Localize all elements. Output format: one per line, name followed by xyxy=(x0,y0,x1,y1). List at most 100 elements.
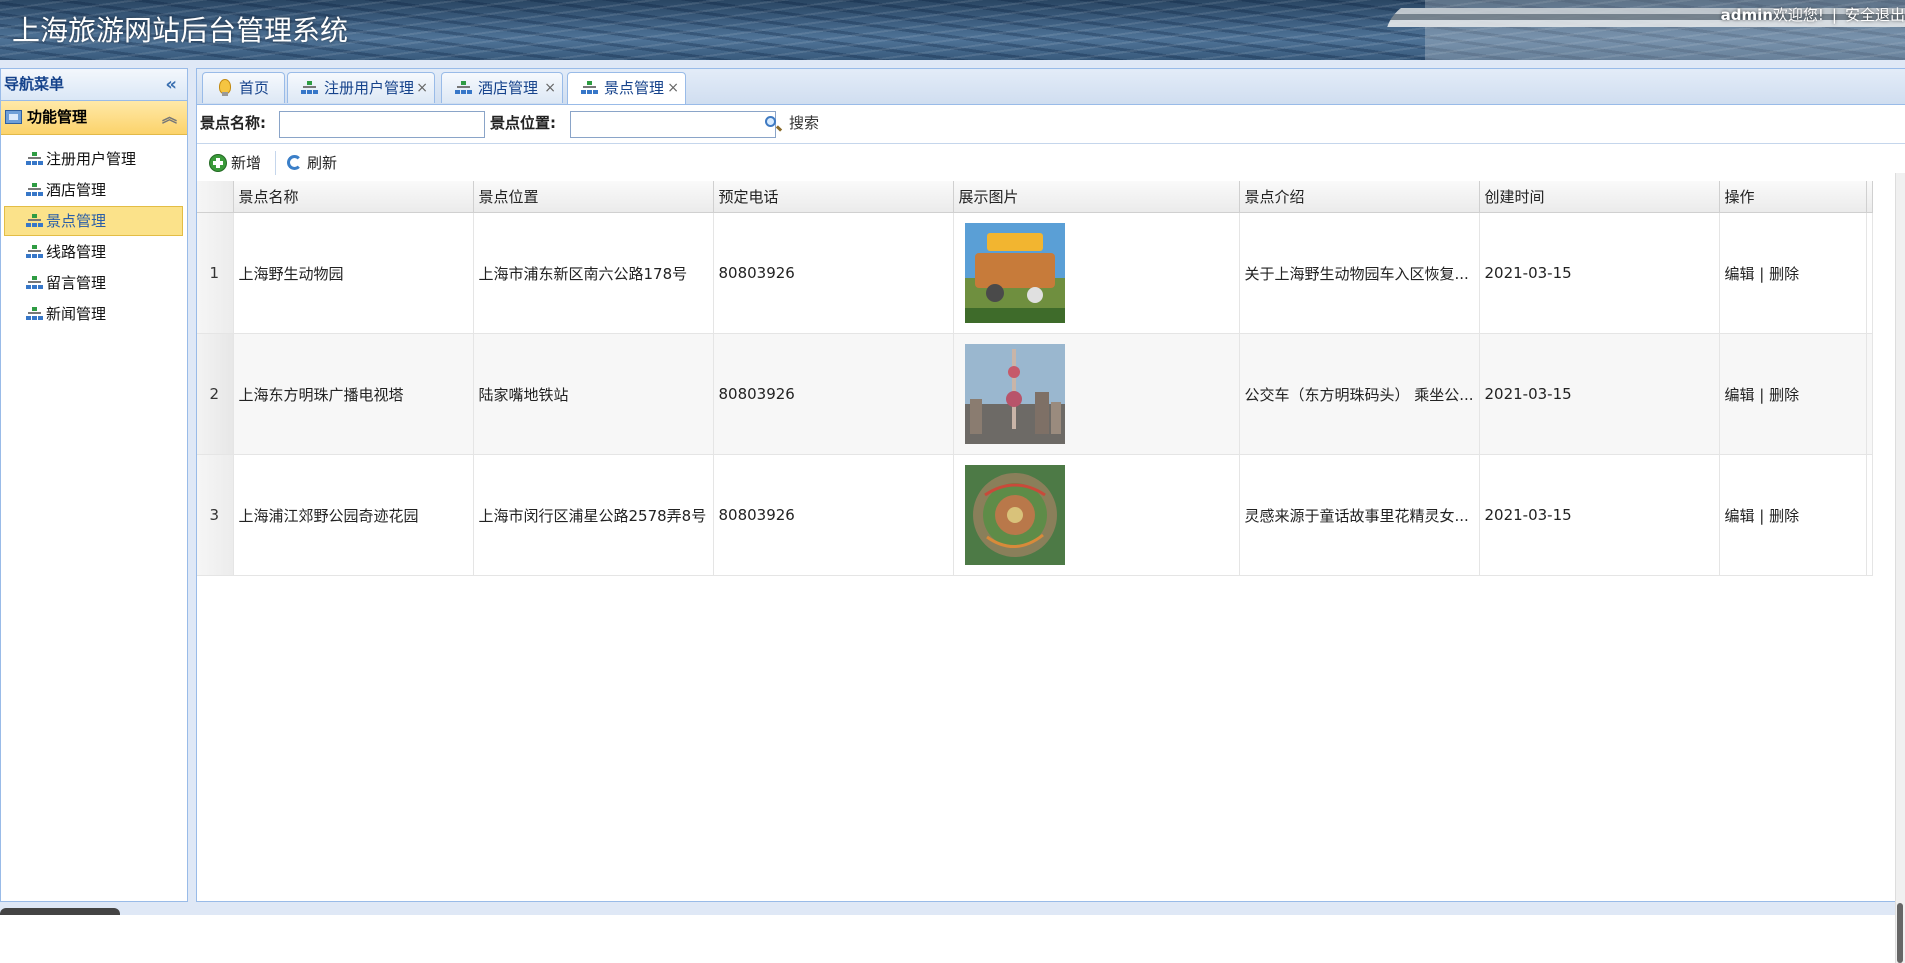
sidebar-title: 导航菜单 xyxy=(4,75,65,93)
tab-hotel-management[interactable]: 酒店管理 × xyxy=(441,72,563,103)
refresh-button-label: 刷新 xyxy=(307,154,338,172)
refresh-button[interactable]: 刷新 xyxy=(281,144,337,182)
sidebar-item-route-management[interactable]: 线路管理 xyxy=(4,237,183,267)
tree-icon xyxy=(581,81,598,95)
name-search-input[interactable] xyxy=(279,111,485,138)
tree-icon xyxy=(301,81,318,95)
toolbar-divider xyxy=(275,151,276,175)
filler-cell xyxy=(1866,454,1873,576)
intro-cell: 关于上海野生动物园车入区恢复... xyxy=(1239,212,1480,334)
folder-icon xyxy=(5,110,22,124)
add-button-label: 新增 xyxy=(231,154,262,172)
scrollbar-thumb[interactable] xyxy=(1897,903,1903,963)
search-button-label: 搜索 xyxy=(789,114,820,132)
lightbulb-icon xyxy=(219,79,231,96)
tab-user-management[interactable]: 注册用户管理 × xyxy=(287,72,435,103)
intro-cell: 公交车（东方明珠码头） 乘坐公... xyxy=(1239,333,1480,455)
created-time-cell: 2021-03-15 xyxy=(1479,333,1720,455)
close-icon[interactable]: × xyxy=(667,73,679,103)
image-cell xyxy=(953,454,1240,576)
sidebar-item-news-management[interactable]: 新闻管理 xyxy=(4,299,183,329)
column-header[interactable]: 操作 xyxy=(1719,181,1867,213)
name-search-label: 景点名称: xyxy=(200,114,266,132)
scenic-name-cell: 上海东方明珠广播电视塔 xyxy=(233,333,474,455)
filler-cell xyxy=(1866,212,1873,334)
location-search-label: 景点位置: xyxy=(490,114,556,132)
tree-icon xyxy=(26,245,43,259)
column-header[interactable]: 展示图片 xyxy=(953,181,1240,213)
action-separator: | xyxy=(1759,264,1765,283)
tab-label: 首页 xyxy=(239,79,270,97)
phone-cell: 80803926 xyxy=(713,333,954,455)
tree-icon xyxy=(26,183,43,197)
tab-label: 景点管理 xyxy=(604,79,665,97)
edit-link[interactable]: 编辑 xyxy=(1725,507,1755,525)
tree-icon xyxy=(26,152,43,166)
search-bar: 景点名称: 景点位置: 搜索 xyxy=(197,104,1905,142)
scenic-name-cell: 上海浦江郊野公园奇迹花园 xyxy=(233,454,474,576)
location-cell: 上海市浦东新区南六公路178号 xyxy=(473,212,714,334)
app-title: 上海旅游网站后台管理系统 xyxy=(12,14,349,47)
sidebar-item-label: 酒店管理 xyxy=(46,181,107,199)
action-separator: | xyxy=(1759,506,1765,525)
column-header[interactable]: 景点名称 xyxy=(233,181,474,213)
column-header[interactable]: 创建时间 xyxy=(1479,181,1720,213)
vertical-scrollbar[interactable] xyxy=(1895,173,1905,963)
sidebar-item-label: 线路管理 xyxy=(46,243,107,261)
table-row[interactable]: 2 上海东方明珠广播电视塔 陆家嘴地铁站 80803926 公交车（东方明珠码头… xyxy=(197,333,1873,455)
row-number: 1 xyxy=(197,212,234,334)
sidebar-item-label: 景点管理 xyxy=(46,212,107,230)
sidebar-item-scenic-management[interactable]: 景点管理 xyxy=(4,206,183,236)
logout-link[interactable]: 安全退出 xyxy=(1845,6,1905,24)
edit-link[interactable]: 编辑 xyxy=(1725,386,1755,404)
sidebar-header: 导航菜单 « xyxy=(1,69,187,101)
close-icon[interactable]: × xyxy=(416,73,428,103)
location-cell: 陆家嘴地铁站 xyxy=(473,333,714,455)
add-icon xyxy=(209,154,227,172)
sidebar-item-hotel-management[interactable]: 酒店管理 xyxy=(4,175,183,205)
phone-cell: 80803926 xyxy=(713,212,954,334)
sidebar-item-label: 注册用户管理 xyxy=(46,150,137,168)
add-button[interactable]: 新增 xyxy=(205,144,261,182)
delete-link[interactable]: 删除 xyxy=(1769,265,1799,283)
row-number: 2 xyxy=(197,333,234,455)
phone-cell: 80803926 xyxy=(713,454,954,576)
row-number: 3 xyxy=(197,454,234,576)
tab-home[interactable]: 首页 xyxy=(202,72,285,103)
tab-bar: 首页 注册用户管理 × 酒店管理 × 景点管理 × xyxy=(197,69,1905,105)
chevron-up-icon[interactable]: ︽ xyxy=(162,101,177,134)
column-header[interactable]: 预定电话 xyxy=(713,181,954,213)
delete-link[interactable]: 删除 xyxy=(1769,507,1799,525)
table-row[interactable]: 1 上海野生动物园 上海市浦东新区南六公路178号 80803926 关于上海野… xyxy=(197,212,1873,334)
location-search-input[interactable] xyxy=(570,111,776,138)
garden-aerial-photo xyxy=(964,465,1065,565)
intro-cell: 灵感来源于童话故事里花精灵女... xyxy=(1239,454,1480,576)
user-area: admin欢迎您! | 安全退出 xyxy=(1721,4,1905,26)
column-header[interactable]: 景点介绍 xyxy=(1239,181,1480,213)
sidebar-item-user-management[interactable]: 注册用户管理 xyxy=(4,144,183,174)
filler-header xyxy=(1866,181,1873,213)
collapse-left-icon[interactable]: « xyxy=(165,69,177,100)
table-row[interactable]: 3 上海浦江郊野公园奇迹花园 上海市闵行区浦星公路2578弄8号 8080392… xyxy=(197,454,1873,576)
tab-label: 酒店管理 xyxy=(478,79,539,97)
toolbar: 新增 刷新 xyxy=(197,143,1905,182)
content-panel: 首页 注册用户管理 × 酒店管理 × 景点管理 × 景点名称: 景点位置: 搜索… xyxy=(196,68,1905,963)
delete-link[interactable]: 删除 xyxy=(1769,386,1799,404)
tree-icon xyxy=(26,214,43,228)
created-time-cell: 2021-03-15 xyxy=(1479,212,1720,334)
navigation-sidebar: 导航菜单 « 功能管理 ︽ 注册用户管理 酒店管理 景点管理 线路管理 留言管理… xyxy=(0,68,188,902)
tree-icon xyxy=(455,81,472,95)
created-time-cell: 2021-03-15 xyxy=(1479,454,1720,576)
tab-label: 注册用户管理 xyxy=(324,79,415,97)
table-header-row: 景点名称 景点位置 预定电话 展示图片 景点介绍 创建时间 操作 xyxy=(197,181,1873,213)
close-icon[interactable]: × xyxy=(544,73,556,103)
app-header: 上海旅游网站后台管理系统 admin欢迎您! | 安全退出 xyxy=(0,0,1905,60)
search-button[interactable]: 搜索 xyxy=(765,104,820,142)
column-header[interactable]: 景点位置 xyxy=(473,181,714,213)
tab-scenic-management[interactable]: 景点管理 × xyxy=(567,72,686,104)
bottom-edge-tab xyxy=(0,908,120,915)
refresh-icon xyxy=(287,155,302,170)
edit-link[interactable]: 编辑 xyxy=(1725,265,1755,283)
menu-group-header[interactable]: 功能管理 ︽ xyxy=(1,101,187,135)
sidebar-item-message-management[interactable]: 留言管理 xyxy=(4,268,183,298)
